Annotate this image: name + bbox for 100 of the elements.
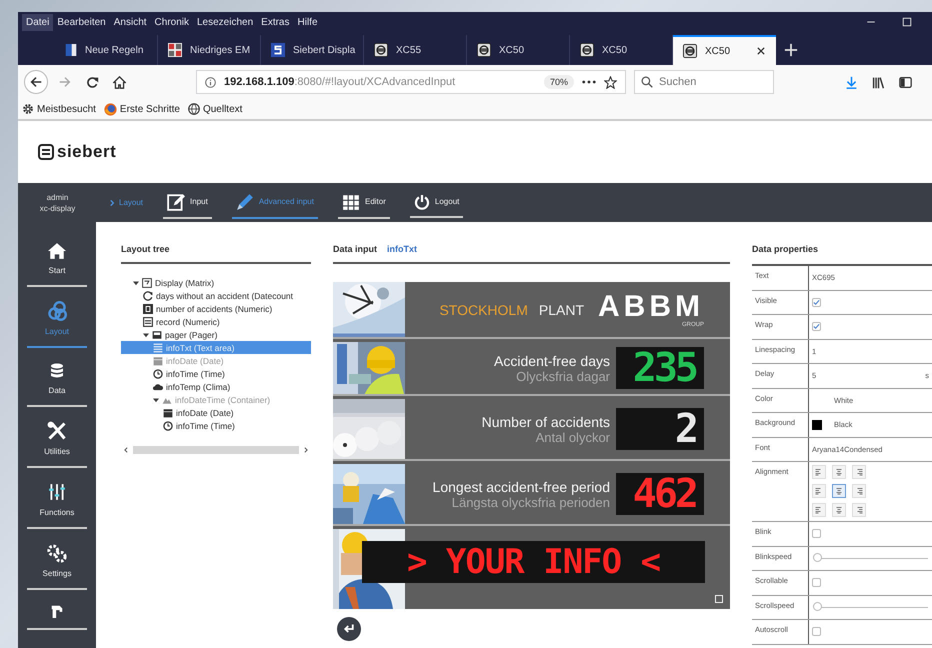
sidebar-icon <box>899 76 912 88</box>
bookmark[interactable]: Meistbesucht <box>22 103 96 115</box>
metric-label: Accident-free days <box>494 352 610 368</box>
tree-item[interactable]: days without an accident (Datecount <box>121 289 311 302</box>
search-icon <box>641 76 653 88</box>
checkbox[interactable] <box>812 322 821 332</box>
sidebar-item[interactable]: Data <box>27 362 87 407</box>
pencil-icon <box>236 192 254 210</box>
plus-icon <box>784 43 798 57</box>
numeric-icon <box>143 304 153 314</box>
user-name: admin <box>46 192 68 202</box>
globe-icon <box>188 103 200 115</box>
menu-item[interactable]: Ansicht <box>110 14 151 30</box>
checkbox[interactable] <box>812 627 821 636</box>
device-icon <box>477 43 491 57</box>
clock-icon <box>163 420 173 430</box>
element-name: infoTxt <box>387 244 417 254</box>
menu-item[interactable]: Hilfe <box>294 14 322 30</box>
forward-arrow-icon <box>58 75 72 89</box>
home-icon <box>48 242 66 260</box>
led-counter: 462 <box>632 479 696 509</box>
align-icon <box>855 468 863 476</box>
check-icon <box>813 323 820 330</box>
slider-thumb[interactable] <box>813 552 822 562</box>
nav-tab[interactable]: Editor <box>338 186 390 218</box>
edit-icon <box>167 192 186 210</box>
metric-sublabel: Olycksfria dagar <box>516 368 610 384</box>
tree-item[interactable]: infoTime (Time) <box>121 367 311 380</box>
menu-item[interactable]: Extras <box>257 14 294 30</box>
plant-label: PLANT <box>538 302 584 318</box>
menu-item[interactable]: Lesezeichen <box>193 14 258 30</box>
close-icon <box>756 46 766 56</box>
checkbox[interactable] <box>812 578 821 588</box>
search-field[interactable]: Suchen <box>634 70 774 94</box>
back-arrow-icon <box>29 75 43 89</box>
clock-icon <box>153 368 163 378</box>
led-counter: 2 <box>674 414 696 444</box>
tools-icon <box>47 421 67 441</box>
bookmark[interactable]: Erste Schritte <box>104 102 180 116</box>
panel-title: Data properties <box>752 244 818 254</box>
checkbox[interactable] <box>812 529 821 538</box>
tree-item[interactable]: pager (Pager) <box>121 328 311 341</box>
sidebar-item[interactable]: Functions <box>27 482 87 529</box>
menu-item[interactable]: Chronik <box>150 14 193 30</box>
panel-title: Data input <box>333 244 377 254</box>
slider-thumb[interactable] <box>813 602 822 611</box>
logo: siebert <box>38 142 116 162</box>
fox-icon <box>104 102 117 116</box>
caret-icon[interactable] <box>143 332 149 338</box>
tree-item[interactable]: infoTemp (Clima) <box>121 380 311 393</box>
align-icon <box>835 468 843 476</box>
metric-label: Longest accident-free period <box>432 478 610 494</box>
menu-item[interactable]: Bearbeiten <box>53 14 110 30</box>
return-icon <box>343 623 355 635</box>
align-icon <box>835 487 843 495</box>
nav-tab[interactable]: Input <box>163 186 212 218</box>
browser-tab[interactable]: XC50 <box>673 35 776 65</box>
download-icon <box>845 76 858 88</box>
library-icon <box>872 76 885 88</box>
pager-icon <box>152 330 162 340</box>
nav-tab[interactable]: Logout <box>410 188 464 218</box>
align-icon <box>815 506 823 514</box>
align-icon <box>835 506 843 514</box>
cloud-icon <box>153 382 163 392</box>
display-icon <box>142 278 152 288</box>
align-button[interactable] <box>832 484 846 498</box>
align-icon <box>855 506 863 514</box>
database-icon <box>49 362 65 380</box>
metric-label: Number of accidents <box>482 414 610 430</box>
align-icon <box>855 487 863 495</box>
logo-mark-icon <box>38 144 54 160</box>
device-icon <box>683 44 697 58</box>
tree-item[interactable]: Display (Matrix) <box>121 276 311 289</box>
gears-icon <box>47 543 67 563</box>
tree-item[interactable]: number of accidents (Numeric) <box>121 302 311 315</box>
device-icon <box>374 43 388 57</box>
menu-item[interactable]: Datei <box>22 14 54 30</box>
chevron-right-icon <box>303 446 309 454</box>
sidebar-item[interactable] <box>27 604 87 630</box>
metric-sublabel: Längsta olycksfria perioden <box>452 494 610 510</box>
zoom-badge[interactable]: 70% <box>544 75 574 89</box>
tree-item[interactable]: record (Numeric) <box>121 315 311 328</box>
sidebar-item[interactable]: Utilities <box>27 421 87 468</box>
chevron-icon <box>109 198 116 206</box>
back-button[interactable] <box>24 70 48 94</box>
gear-icon <box>22 103 34 115</box>
page-icon <box>65 43 77 57</box>
more-icon <box>582 79 596 85</box>
refresh-icon <box>143 290 153 300</box>
sidebar-item[interactable]: Settings <box>27 543 87 590</box>
maximize-icon <box>902 17 912 27</box>
checkbox[interactable] <box>812 298 821 307</box>
return-button[interactable] <box>337 617 361 641</box>
bookmark[interactable]: Quelltext <box>188 103 242 115</box>
caret-icon[interactable] <box>133 280 139 286</box>
letter-icon <box>271 43 285 57</box>
sliders-icon <box>48 482 66 502</box>
text-area-icon <box>153 342 163 352</box>
sidebar-item[interactable]: Start <box>27 242 87 287</box>
address-bar[interactable]: 192.168.1.109:8080/#!layout/XCAdvancedInput 70% <box>196 70 626 94</box>
